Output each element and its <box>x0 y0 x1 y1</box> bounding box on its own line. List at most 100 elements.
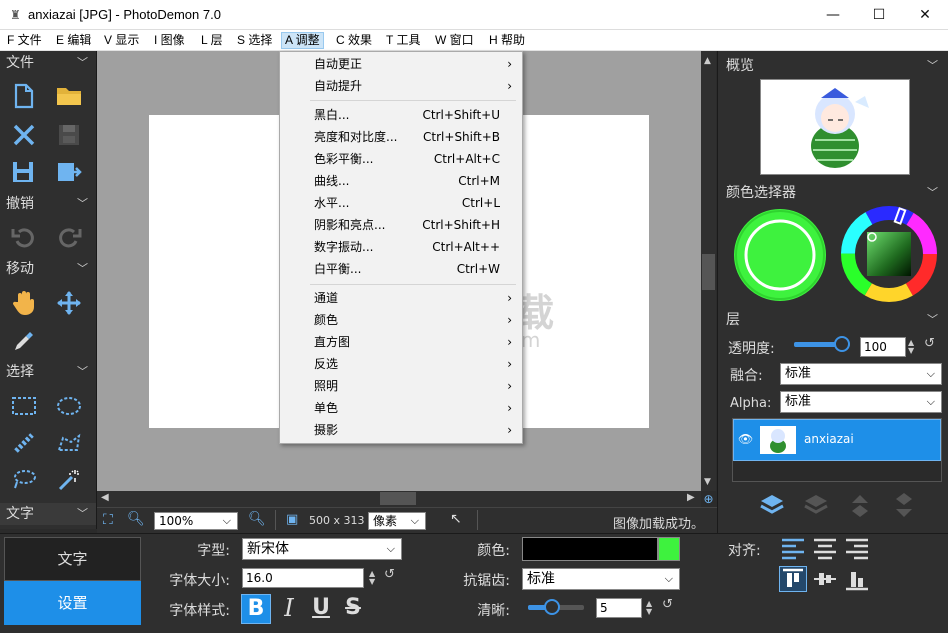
section-text[interactable]: 文字 ﹀ <box>0 503 96 525</box>
zoom-out-icon[interactable]: 🔍︎ <box>127 511 145 527</box>
align-left-icon[interactable] <box>779 536 807 562</box>
opacity-input[interactable]: 100 <box>860 337 906 357</box>
add-layer-icon[interactable] <box>758 491 786 519</box>
save-icon[interactable] <box>54 120 84 150</box>
secondary-color-swatch[interactable] <box>658 537 680 561</box>
menu-item-auto-enhance[interactable]: 自动提升 › <box>280 75 522 97</box>
menu-item-photography[interactable]: 摄影 › <box>280 419 522 441</box>
menu-item-auto-correct[interactable]: 自动更正 › <box>280 53 522 75</box>
reset-icon[interactable]: ↺ <box>662 597 673 612</box>
menu-file[interactable]: F 文件 <box>4 32 45 49</box>
valign-middle-icon[interactable] <box>811 566 839 592</box>
move-layer-down-icon[interactable] <box>890 491 918 519</box>
lasso-select-icon[interactable] <box>9 465 39 495</box>
unit-select[interactable]: 像素 ⌵ <box>368 512 426 530</box>
zoom-select[interactable]: 100% ⌵ <box>154 512 238 530</box>
align-right-icon[interactable] <box>843 536 871 562</box>
chevron-down-icon[interactable]: ﹀ <box>927 184 938 200</box>
chevron-down-icon[interactable]: ﹀ <box>927 311 938 327</box>
clarity-slider-knob[interactable] <box>544 599 560 615</box>
save-as-icon[interactable] <box>9 157 39 187</box>
menu-item-color[interactable]: 颜色 › <box>280 309 522 331</box>
spinner-icon[interactable]: ▲ ▼ <box>908 339 914 355</box>
line-select-icon[interactable] <box>9 428 39 458</box>
zoom-in-icon[interactable]: 🔍︎ <box>248 511 266 527</box>
menu-item-levels[interactable]: 水平... Ctrl+L <box>280 192 522 214</box>
tab-text[interactable]: 文字 <box>4 537 141 581</box>
scroll-up-icon[interactable]: ▲ <box>704 56 711 66</box>
primary-color-swatch[interactable] <box>732 207 828 303</box>
rect-select-icon[interactable] <box>9 391 39 421</box>
section-undo[interactable]: 撤销 ﹀ <box>0 193 96 215</box>
new-file-icon[interactable] <box>9 81 39 111</box>
open-folder-icon[interactable] <box>54 81 84 111</box>
spinner-icon[interactable]: ▲ ▼ <box>369 570 375 586</box>
horizontal-scrollbar[interactable]: ◀ ▶ <box>97 491 701 507</box>
blend-select[interactable]: 标准 ⌵ <box>780 363 942 385</box>
menu-layer[interactable]: L 层 <box>198 32 226 49</box>
close-file-icon[interactable] <box>9 120 39 150</box>
section-file[interactable]: 文件 ﹀ <box>0 52 96 74</box>
section-move[interactable]: 移动 ﹀ <box>0 258 96 280</box>
minimize-button[interactable]: — <box>810 0 856 30</box>
menu-item-vibrance[interactable]: 数字振动... Ctrl+Alt++ <box>280 236 522 258</box>
close-button[interactable]: ✕ <box>902 0 948 30</box>
menu-effects[interactable]: C 效果 <box>333 32 375 49</box>
scroll-right-icon[interactable]: ▶ <box>687 492 695 503</box>
layer-row[interactable]: 👁︎ anxiazai <box>733 419 941 461</box>
menu-window[interactable]: W 窗口 <box>432 32 477 49</box>
layer-name[interactable]: anxiazai <box>804 432 854 446</box>
font-size-input[interactable]: 16.0 <box>242 568 364 588</box>
menu-item-monochrome[interactable]: 单色 › <box>280 397 522 419</box>
hand-tool-icon[interactable] <box>9 288 39 318</box>
menu-help[interactable]: H 帮助 <box>486 32 528 49</box>
eyedropper-icon[interactable] <box>9 326 39 356</box>
opacity-slider-track[interactable] <box>794 336 850 352</box>
horizontal-scroll-thumb[interactable] <box>380 492 416 505</box>
menu-item-brightness-contrast[interactable]: 亮度和对比度... Ctrl+Shift+B <box>280 126 522 148</box>
ellipse-select-icon[interactable] <box>54 391 84 421</box>
move-tool-icon[interactable] <box>54 288 84 318</box>
align-center-icon[interactable] <box>811 536 839 562</box>
undo-icon[interactable] <box>9 222 39 252</box>
maximize-button[interactable]: ☐ <box>856 0 902 30</box>
clarity-input[interactable]: 5 <box>596 598 642 618</box>
font-select[interactable]: 新宋体 ⌵ <box>242 538 402 560</box>
hue-wheel[interactable] <box>840 205 938 303</box>
tab-settings[interactable]: 设置 <box>4 581 141 625</box>
menu-tools[interactable]: T 工具 <box>383 32 423 49</box>
menu-item-lighting[interactable]: 照明 › <box>280 375 522 397</box>
center-target-icon[interactable]: ⊕ <box>701 492 716 507</box>
overview-thumbnail[interactable] <box>760 79 910 175</box>
opacity-slider-knob[interactable] <box>834 336 850 352</box>
redo-icon[interactable] <box>54 222 84 252</box>
menu-item-color-balance[interactable]: 色彩平衡... Ctrl+Alt+C <box>280 148 522 170</box>
clarity-slider-track[interactable] <box>528 599 584 615</box>
reset-icon[interactable]: ↺ <box>924 336 935 351</box>
magic-wand-icon[interactable] <box>54 465 84 495</box>
bold-toggle[interactable]: B <box>241 594 271 624</box>
polygon-select-icon[interactable] <box>54 428 84 458</box>
fit-screen-icon[interactable]: ⛶ <box>103 512 113 528</box>
menu-item-histogram[interactable]: 直方图 › <box>280 331 522 353</box>
delete-layer-icon[interactable] <box>802 491 830 519</box>
section-select[interactable]: 选择 ﹀ <box>0 361 96 383</box>
antialias-select[interactable]: 标准 ⌵ <box>522 568 680 590</box>
eye-icon[interactable]: 👁︎ <box>738 432 753 446</box>
menu-item-channels[interactable]: 通道 › <box>280 287 522 309</box>
valign-top-icon[interactable] <box>779 566 807 592</box>
spinner-icon[interactable]: ▲ ▼ <box>646 600 652 616</box>
italic-toggle[interactable]: I <box>275 594 303 624</box>
menu-item-black-white[interactable]: 黑白... Ctrl+Shift+U <box>280 104 522 126</box>
chevron-down-icon[interactable]: ﹀ <box>927 57 938 73</box>
menu-item-invert[interactable]: 反选 › <box>280 353 522 375</box>
alpha-select[interactable]: 标准 ⌵ <box>780 391 942 413</box>
move-layer-up-icon[interactable] <box>846 491 874 519</box>
reset-icon[interactable]: ↺ <box>384 567 395 582</box>
menu-item-curves[interactable]: 曲线... Ctrl+M <box>280 170 522 192</box>
vertical-scroll-thumb[interactable] <box>702 254 715 290</box>
menu-item-shadows-highlights[interactable]: 阴影和亮点... Ctrl+Shift+H <box>280 214 522 236</box>
strikethrough-toggle[interactable]: S <box>339 594 367 624</box>
vertical-scrollbar[interactable]: ▲ ▼ <box>701 51 716 491</box>
menu-adjust[interactable]: A 调整 <box>281 32 324 49</box>
